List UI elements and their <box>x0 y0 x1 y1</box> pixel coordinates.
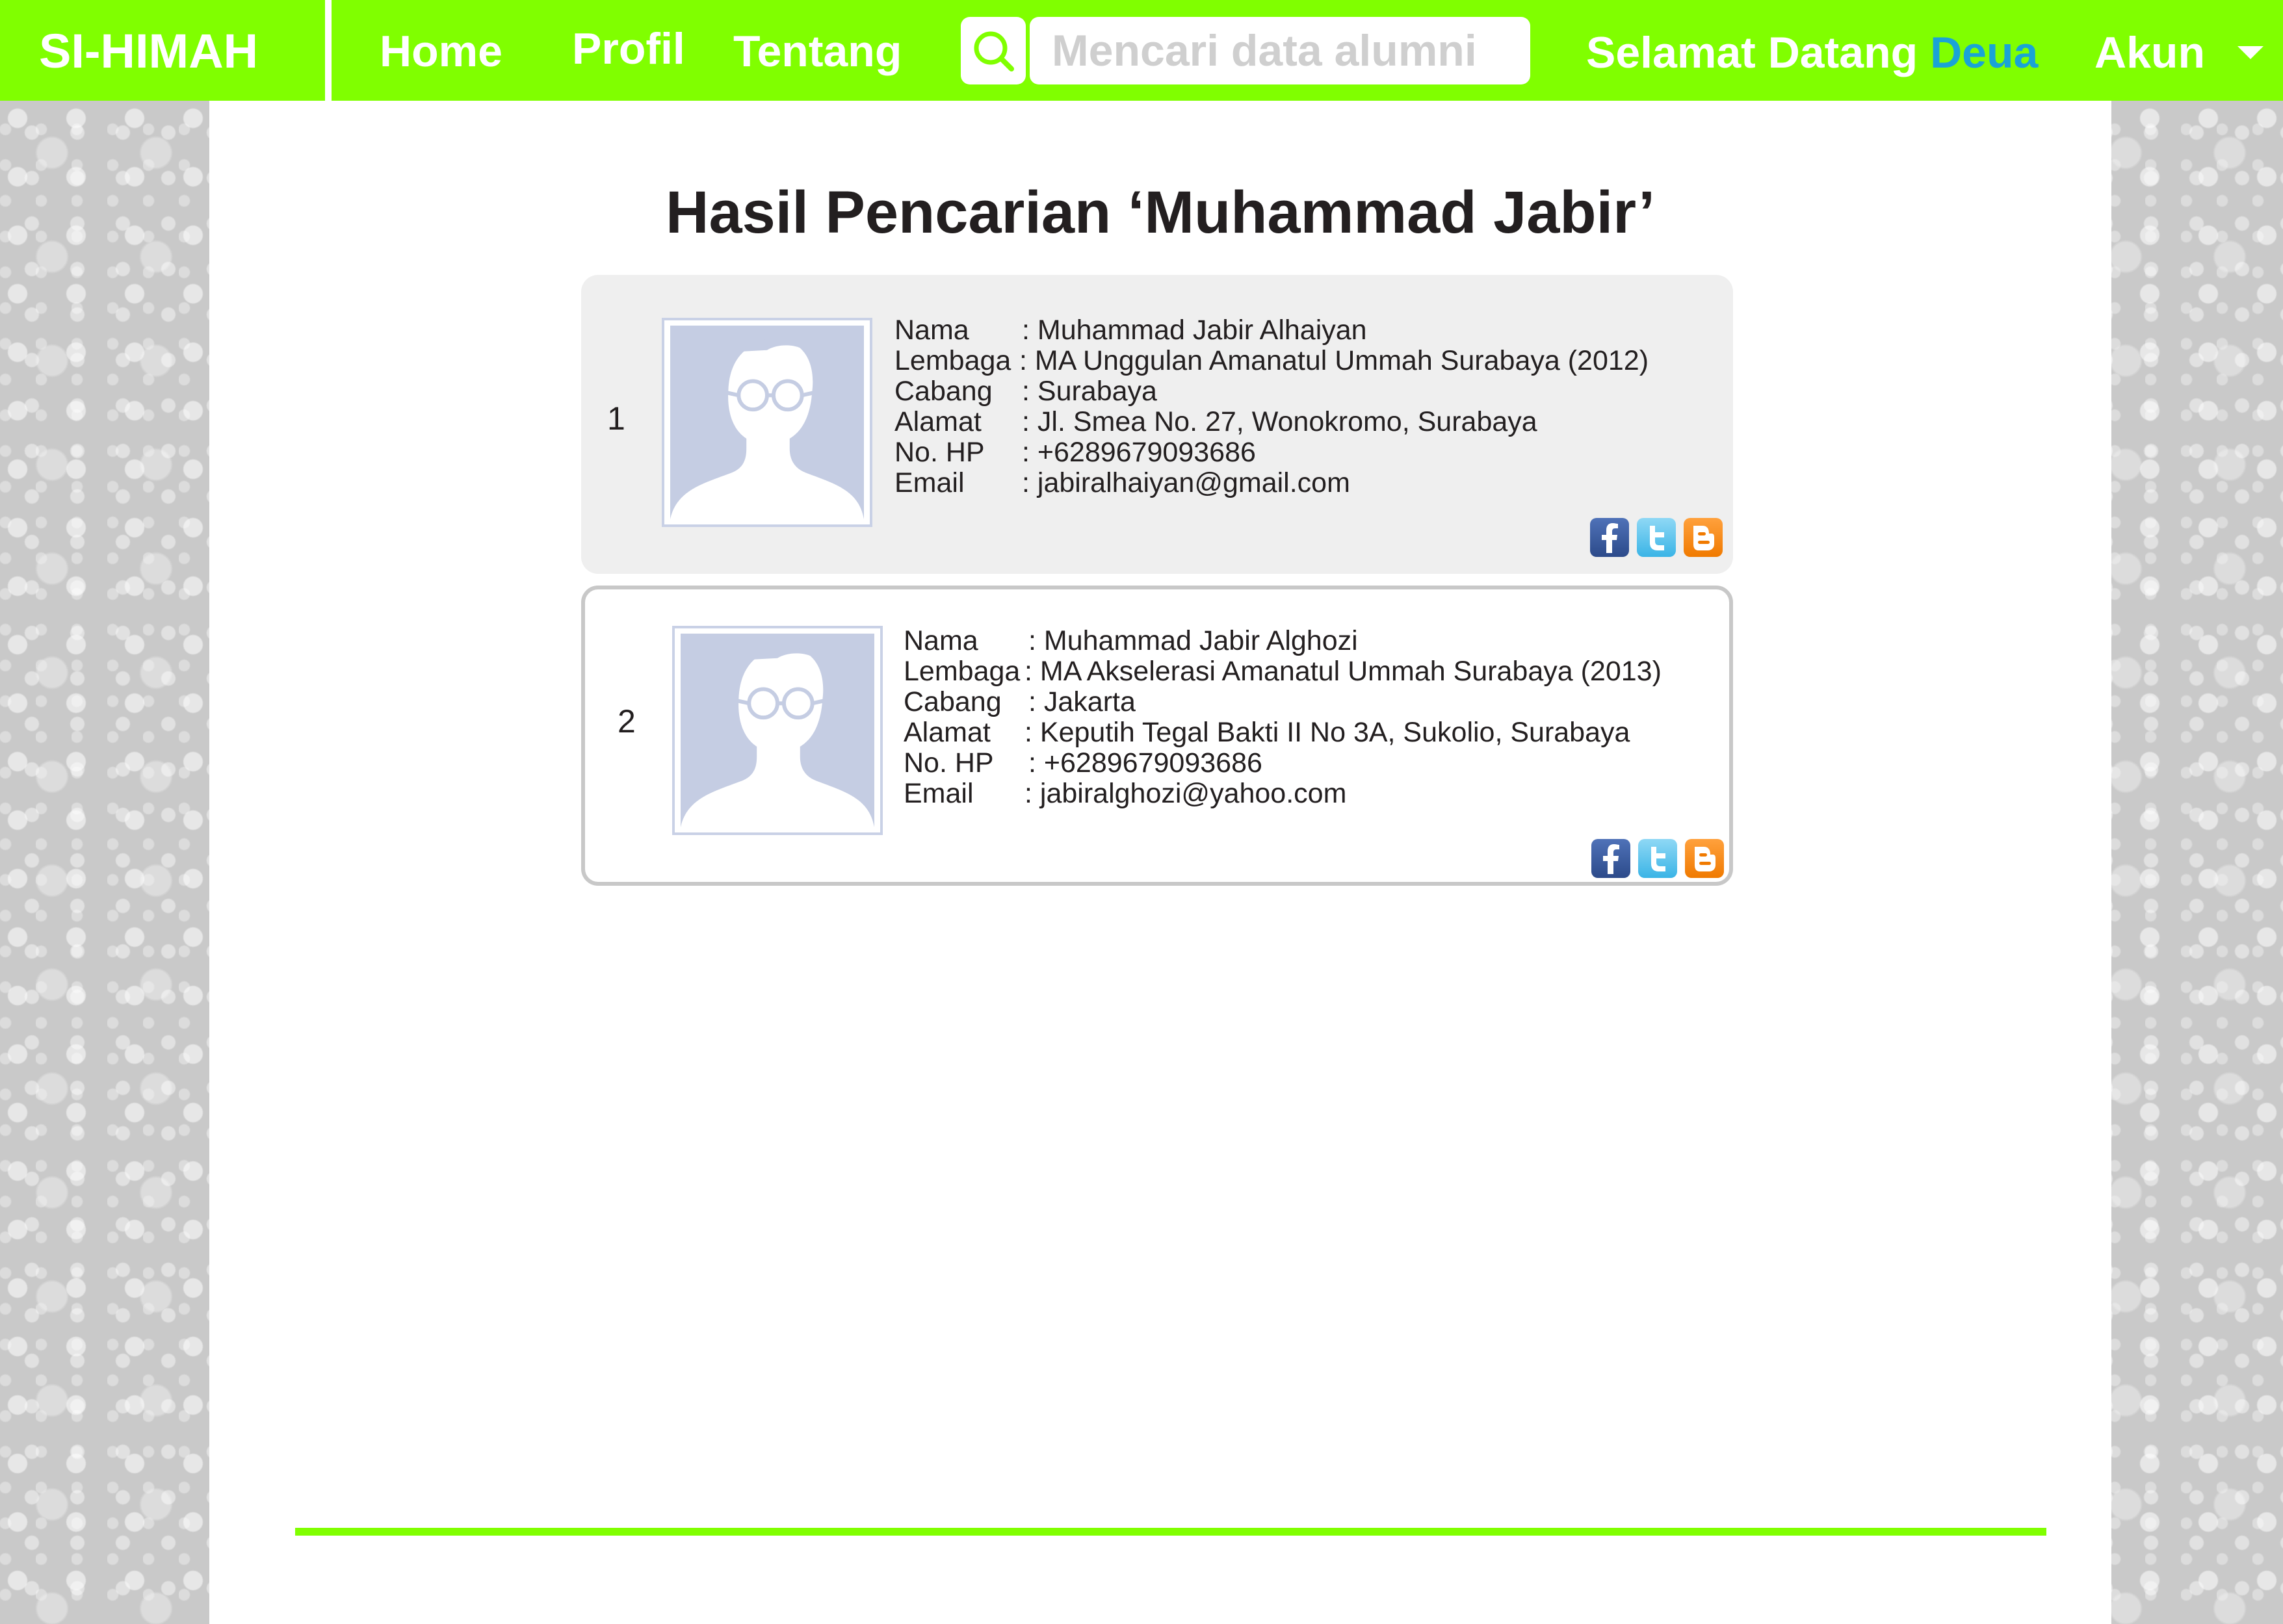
avatar-placeholder-icon <box>672 626 883 835</box>
top-navbar: SI-HIMAH Home Profil Tentang Selamat Dat… <box>0 0 2283 101</box>
account-menu[interactable]: Akun <box>2094 27 2263 78</box>
nav-tentang[interactable]: Tentang <box>733 26 902 77</box>
page-title: Hasil Pencarian ‘Muhammad Jabir’ <box>666 179 1655 246</box>
field-no-hp: No. HP: +6289679093686 <box>894 437 1256 468</box>
field-alamat: Alamat: Keputih Tegal Bakti II No 3A, Su… <box>904 717 1630 748</box>
footer-divider <box>295 1528 2046 1536</box>
result-number: 2 <box>618 703 636 740</box>
social-links <box>1591 839 1724 878</box>
blogger-icon[interactable] <box>1685 839 1724 878</box>
welcome-message: Selamat Datang Deua <box>1586 27 2038 78</box>
main-content: Hasil Pencarian ‘Muhammad Jabir’ 1 Nama:… <box>209 101 2111 1624</box>
search-button[interactable] <box>961 17 1026 84</box>
search-icon <box>974 31 1014 71</box>
welcome-prefix: Selamat Datang <box>1586 28 1918 77</box>
result-info: Nama: Muhammad Jabir Alghozi Lembaga: MA… <box>904 626 1662 809</box>
brand-logo[interactable]: SI-HIMAH <box>39 23 258 79</box>
result-card[interactable]: 2 Nama: Muhammad Jabir Alghozi Lembaga: … <box>581 586 1733 886</box>
field-email: Email: jabiralhaiyan@gmail.com <box>894 467 1350 498</box>
avatar-placeholder-icon <box>662 318 872 527</box>
field-lembaga: Lembaga: MA Akselerasi Amanatul Ummah Su… <box>904 656 1662 687</box>
nav-home[interactable]: Home <box>380 26 502 77</box>
left-pattern-background <box>0 101 209 1624</box>
facebook-icon[interactable] <box>1591 839 1630 878</box>
search-input[interactable] <box>1030 17 1530 84</box>
twitter-icon[interactable] <box>1637 518 1676 557</box>
result-info: Nama: Muhammad Jabir Alhaiyan Lembaga: M… <box>894 315 1649 498</box>
blogger-icon[interactable] <box>1684 518 1723 557</box>
field-lembaga: Lembaga: MA Unggulan Amanatul Ummah Sura… <box>894 345 1649 376</box>
result-number: 1 <box>607 400 625 437</box>
field-alamat: Alamat: Jl. Smea No. 27, Wonokromo, Sura… <box>894 406 1537 437</box>
field-cabang: Cabang: Surabaya <box>894 376 1157 407</box>
account-label: Akun <box>2094 28 2205 77</box>
field-nama: Nama: Muhammad Jabir Alhaiyan <box>894 315 1367 346</box>
result-card[interactable]: 1 Nama: Muhammad Jabir Alhaiyan Lembaga:… <box>581 275 1733 574</box>
brand-divider <box>325 0 332 101</box>
nav-profil[interactable]: Profil <box>572 23 685 74</box>
facebook-icon[interactable] <box>1590 518 1629 557</box>
social-links <box>1590 518 1723 557</box>
field-nama: Nama: Muhammad Jabir Alghozi <box>904 625 1358 656</box>
chevron-down-icon <box>2237 46 2263 59</box>
welcome-username: Deua <box>1930 28 2039 77</box>
field-no-hp: No. HP: +6289679093686 <box>904 747 1262 779</box>
field-email: Email: jabiralghozi@yahoo.com <box>904 778 1347 809</box>
twitter-icon[interactable] <box>1638 839 1677 878</box>
field-cabang: Cabang: Jakarta <box>904 686 1136 717</box>
